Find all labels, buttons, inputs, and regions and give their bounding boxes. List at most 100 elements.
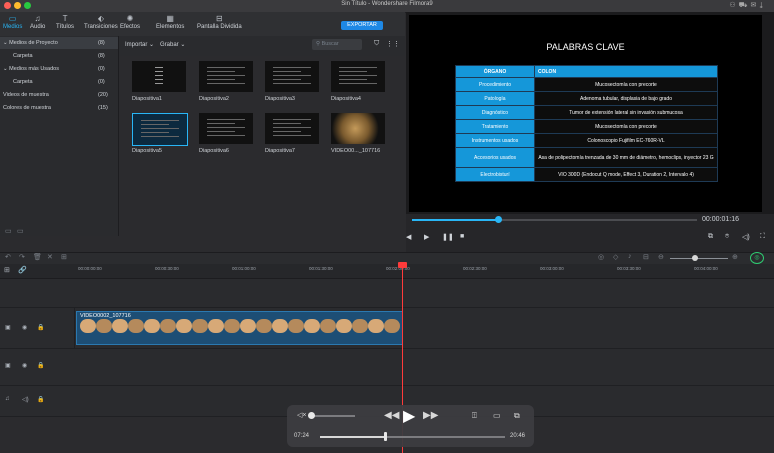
clip-frame bbox=[288, 319, 304, 333]
search-input[interactable]: ⚲ Buscar bbox=[312, 39, 362, 50]
media-thumbnail[interactable] bbox=[199, 61, 253, 92]
grid-view-icon[interactable]: ⋮⋮ bbox=[386, 40, 400, 48]
playhead-handle[interactable] bbox=[398, 262, 407, 268]
tab-audio[interactable]: ♫ Audio bbox=[30, 14, 45, 30]
play-icon[interactable]: ▶ bbox=[424, 233, 429, 241]
media-item-label: Diapositiva6 bbox=[199, 148, 229, 154]
sidebar-item[interactable]: Carpeta (8) bbox=[0, 50, 118, 62]
media-thumbnail[interactable] bbox=[132, 61, 186, 92]
media-thumbnail[interactable] bbox=[331, 113, 385, 144]
speaker-icon[interactable]: ◁) bbox=[22, 396, 29, 403]
export-button[interactable]: EXPORTAR bbox=[341, 21, 383, 30]
import-label: Importar bbox=[125, 42, 148, 48]
thumbnail-text-line bbox=[141, 132, 169, 133]
thumbnail-text-line bbox=[273, 67, 311, 68]
transition-icon: ⬖ bbox=[97, 14, 104, 23]
table-value-cell: Tumor de extensión lateral sin invasión … bbox=[534, 105, 718, 120]
media-thumbnail[interactable] bbox=[265, 113, 319, 144]
picture-in-picture-icon[interactable]: ⧉ bbox=[514, 411, 520, 421]
tab-medios[interactable]: ▭ Medios bbox=[3, 14, 22, 30]
table-value-cell: VIO 300D (Endocut Q mode, Effect 3, Dura… bbox=[534, 167, 718, 182]
media-thumbnail[interactable] bbox=[331, 61, 385, 92]
clip-frame bbox=[160, 319, 176, 333]
table-key-cell: Tratamiento bbox=[455, 119, 535, 134]
tab-títulos[interactable]: T Títulos bbox=[56, 14, 74, 30]
media-thumbnail[interactable] bbox=[132, 113, 188, 146]
clip-frame bbox=[304, 319, 320, 333]
sidebar-item-count: (8) bbox=[98, 40, 105, 46]
camera-icon[interactable]: ⌾ bbox=[725, 233, 729, 241]
mail-icon[interactable]: ✉ bbox=[750, 2, 759, 9]
cut-icon[interactable]: ✕ bbox=[47, 253, 53, 261]
fullscreen-icon[interactable]: ⛶ bbox=[760, 233, 765, 241]
table-header-row: ÓRGANO COLON bbox=[455, 65, 718, 78]
mute-icon[interactable]: ◁× bbox=[297, 411, 306, 419]
redo-icon[interactable]: ↷ bbox=[19, 253, 25, 261]
crop-icon[interactable]: ⊞ bbox=[61, 253, 67, 261]
visibility-icon[interactable]: ◉ bbox=[22, 324, 27, 331]
titlebar-icons[interactable]: ⚇⛟✉⤓ bbox=[729, 1, 766, 10]
sidebar-item[interactable]: Carpeta (0) bbox=[0, 76, 118, 88]
zoom-in-icon[interactable]: ⊕ bbox=[732, 253, 738, 261]
visibility-icon[interactable]: ◉ bbox=[22, 362, 27, 369]
sidebar-item[interactable]: ⌄ Medios más Usados (0) bbox=[0, 63, 118, 75]
table-row: Diagnóstico Tumor de extensión lateral si… bbox=[455, 105, 718, 120]
media-item-label: Diapositiva7 bbox=[265, 148, 295, 154]
media-thumbnail[interactable] bbox=[199, 113, 253, 144]
player-progress-handle[interactable] bbox=[383, 432, 387, 441]
import-dropdown[interactable]: Importar ⌄ bbox=[125, 41, 154, 48]
pause-icon[interactable]: ❚❚ bbox=[442, 233, 454, 241]
user-icon[interactable]: ⚇ bbox=[729, 2, 738, 9]
preview-scrubber-handle[interactable] bbox=[494, 216, 502, 223]
add-track-icon[interactable]: ⊞ bbox=[4, 266, 10, 274]
link-icon[interactable]: 🔗 bbox=[18, 266, 27, 274]
fast-forward-icon[interactable]: ▶▶ bbox=[423, 410, 438, 421]
media-item-label: Diapositiva1 bbox=[132, 96, 162, 102]
stop-icon[interactable]: ■ bbox=[460, 233, 464, 240]
clip-frame bbox=[112, 319, 128, 333]
sidebar-item[interactable]: ⌄ Medios de Proyecto (8) bbox=[0, 37, 118, 49]
tab-transiciones[interactable]: ⬖ Transiciones bbox=[84, 14, 118, 30]
folder-icon: ▭ bbox=[8, 14, 17, 23]
sidebar-item[interactable]: Videos de muestra (20) bbox=[0, 89, 118, 101]
undo-icon[interactable]: ↶ bbox=[5, 253, 11, 261]
tab-elementos[interactable]: ▦ Elementos bbox=[156, 14, 184, 30]
voiceover-icon[interactable]: ♪ bbox=[628, 253, 632, 260]
delete-icon[interactable]: 🗑 bbox=[33, 253, 42, 261]
timeline-settings-icon[interactable]: ◎ bbox=[750, 252, 764, 264]
lock-icon[interactable]: 🔒 bbox=[37, 396, 44, 403]
zoom-slider-handle[interactable] bbox=[692, 255, 698, 261]
new-folder-icon[interactable]: ▭ bbox=[5, 227, 12, 235]
tab-label: Elementos bbox=[156, 24, 185, 30]
sidebar-item-label: Carpeta bbox=[13, 50, 33, 62]
zoom-slider[interactable] bbox=[670, 258, 728, 259]
mixer-icon[interactable]: ⊟ bbox=[643, 253, 649, 261]
media-thumbnail[interactable] bbox=[265, 61, 319, 92]
split-screen-icon: ⊟ bbox=[216, 14, 223, 23]
tab-pantalla-dividida[interactable]: ⊟ Pantalla Dividida bbox=[197, 14, 242, 30]
elapsed-time: 07:24 bbox=[294, 433, 310, 439]
lock-icon[interactable]: 🔒 bbox=[37, 362, 44, 369]
share-icon[interactable]: ⍐ bbox=[472, 411, 477, 421]
rewind-icon[interactable]: ◀◀ bbox=[384, 410, 399, 421]
previous-frame-icon[interactable]: ◀ bbox=[406, 233, 411, 241]
volume-slider[interactable] bbox=[310, 415, 355, 417]
record-dropdown[interactable]: Grabar ⌄ bbox=[160, 41, 185, 48]
render-icon[interactable]: ◎ bbox=[598, 253, 604, 261]
filter-icon[interactable]: ⛉ bbox=[374, 40, 379, 48]
folder-icon[interactable]: ▭ bbox=[17, 227, 24, 235]
cart-icon[interactable]: ⛟ bbox=[739, 2, 751, 9]
zoom-out-icon[interactable]: ⊖ bbox=[658, 253, 664, 261]
marker-icon[interactable]: ◇ bbox=[613, 253, 618, 261]
download-icon[interactable]: ⤓ bbox=[759, 2, 766, 9]
volume-icon[interactable]: ◁) bbox=[742, 233, 750, 241]
screen-icon[interactable]: ⧉ bbox=[708, 233, 713, 241]
play-button[interactable]: ▶ bbox=[403, 406, 415, 426]
thumbnail-text-line bbox=[207, 79, 235, 80]
sidebar-item[interactable]: Colores de muestra (15) bbox=[0, 102, 118, 114]
lock-icon[interactable]: 🔒 bbox=[37, 324, 44, 331]
table-key-cell: Procedimiento bbox=[455, 77, 535, 92]
tab-efectos[interactable]: ✺ Efectos bbox=[120, 14, 140, 30]
airplay-icon[interactable]: ▭ bbox=[493, 411, 501, 420]
volume-slider-handle[interactable] bbox=[308, 412, 315, 419]
